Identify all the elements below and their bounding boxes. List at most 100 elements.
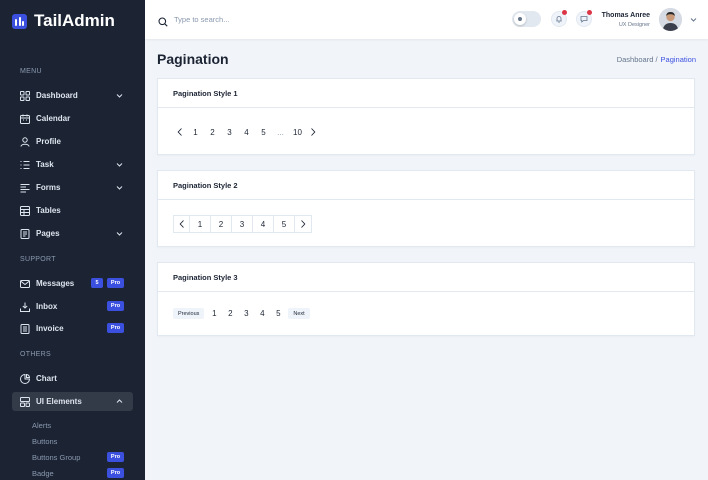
logo-icon (12, 13, 27, 29)
messages-button[interactable] (576, 10, 592, 27)
previous-button[interactable]: Previous (173, 308, 205, 319)
breadcrumb: Dashboard / Pagination (617, 55, 696, 64)
brand-name: TailAdmin (34, 11, 115, 30)
search-input[interactable] (174, 12, 334, 26)
sidebar: TailAdmin MENU Dashboard Calendar Profil… (0, 0, 145, 480)
pagination-style-2: 1 2 3 4 5 (173, 215, 312, 233)
search-icon[interactable] (158, 14, 168, 27)
sidebar-item-label: Chart (36, 374, 57, 383)
page-link[interactable]: 3 (221, 128, 238, 137)
sidebar-item-calendar[interactable]: Calendar (12, 109, 133, 128)
brand-logo[interactable]: TailAdmin (12, 11, 115, 31)
submenu-item-buttons-group[interactable]: Buttons Group (32, 453, 80, 462)
chevron-down-icon (116, 184, 123, 191)
page-link[interactable]: 3 (238, 309, 254, 318)
inbox-icon (20, 302, 30, 312)
dark-mode-toggle[interactable] (512, 11, 541, 27)
page-link[interactable]: 1 (206, 309, 222, 318)
sidebar-item-label: Invoice (36, 324, 64, 333)
sidebar-item-forms[interactable]: Forms (12, 178, 133, 197)
sidebar-item-label: Inbox (36, 302, 58, 311)
page-link[interactable]: 5 (274, 216, 295, 232)
sidebar-item-inbox[interactable]: Inbox Pro (12, 297, 133, 316)
sun-icon (518, 17, 522, 21)
pagination-card-style-3: Pagination Style 3 Previous 1 2 3 4 5 Ne… (157, 262, 695, 336)
pagination-card-style-1: Pagination Style 1 1 2 3 4 5 ... 10 (157, 78, 695, 155)
top-header: Thomas Anree UX Designer (145, 0, 708, 39)
sidebar-item-label: UI Elements (36, 397, 82, 406)
page-link[interactable]: 2 (222, 309, 238, 318)
next-arrow-icon[interactable] (306, 125, 320, 139)
pro-badge: Pro (107, 278, 124, 288)
sidebar-item-label: Tables (36, 206, 61, 215)
card-title: Pagination Style 1 (173, 89, 238, 98)
page-link[interactable]: 4 (253, 216, 274, 232)
sidebar-item-label: Pages (36, 229, 60, 238)
pagination-style-3: Previous 1 2 3 4 5 Next (173, 308, 310, 319)
user-icon (20, 136, 30, 147)
pro-badge: Pro (107, 323, 124, 333)
invoice-icon (20, 323, 30, 334)
chevron-down-icon (116, 230, 123, 237)
chevron-down-icon (116, 92, 123, 99)
next-arrow-icon[interactable] (295, 216, 311, 232)
page-link[interactable]: 2 (211, 216, 232, 232)
calendar-icon (20, 114, 30, 124)
submenu-item-badge[interactable]: Badge (32, 469, 54, 478)
avatar[interactable] (659, 8, 682, 31)
layout-icon (20, 396, 30, 407)
page-link[interactable]: 4 (254, 309, 270, 318)
page-link[interactable]: 4 (238, 128, 255, 137)
submenu-item-buttons[interactable]: Buttons (32, 437, 57, 446)
next-button[interactable]: Next (288, 308, 310, 319)
toggle-knob (514, 13, 526, 25)
table-icon (20, 205, 30, 216)
breadcrumb-current: Pagination (660, 55, 696, 64)
page-link[interactable]: 1 (187, 128, 204, 137)
user-role: UX Designer (618, 22, 650, 28)
page-link[interactable]: 3 (232, 216, 253, 232)
sidebar-item-messages[interactable]: Messages 5 Pro (12, 274, 133, 293)
notifications-button[interactable] (551, 10, 567, 27)
page-link[interactable]: 1 (190, 216, 211, 232)
sidebar-item-dashboard[interactable]: Dashboard (12, 86, 133, 105)
sidebar-item-label: Forms (36, 183, 61, 192)
pie-chart-icon (20, 373, 30, 384)
user-name[interactable]: Thomas Anree (602, 12, 650, 19)
sidebar-item-invoice[interactable]: Invoice Pro (12, 319, 133, 338)
chevron-down-icon (116, 161, 123, 168)
pro-badge: Pro (107, 301, 124, 311)
sidebar-item-ui-elements[interactable]: UI Elements (12, 392, 133, 411)
sidebar-item-tables[interactable]: Tables (12, 201, 133, 220)
sidebar-item-label: Calendar (36, 114, 71, 123)
pro-badge: Pro (107, 468, 124, 478)
card-divider (158, 107, 694, 108)
chat-icon (580, 16, 588, 23)
ellipsis: ... (277, 127, 284, 137)
card-title: Pagination Style 2 (173, 181, 238, 190)
messages-count-badge: 5 (91, 278, 103, 288)
page-link[interactable]: 2 (204, 128, 221, 137)
prev-arrow-icon[interactable] (174, 216, 190, 232)
sidebar-item-label: Dashboard (36, 91, 78, 100)
chevron-down-icon[interactable] (690, 16, 697, 23)
page-icon (20, 228, 30, 239)
prev-arrow-icon[interactable] (173, 125, 187, 139)
breadcrumb-link-dashboard[interactable]: Dashboard / (617, 55, 658, 64)
chevron-up-icon (116, 398, 123, 405)
sidebar-item-chart[interactable]: Chart (12, 369, 133, 388)
page-link[interactable]: 5 (255, 128, 272, 137)
mail-icon (20, 279, 30, 289)
sidebar-item-label: Profile (36, 137, 61, 146)
card-divider (158, 291, 694, 292)
sidebar-item-task[interactable]: Task (12, 155, 133, 174)
menu-section-label: MENU (20, 68, 42, 75)
page-link[interactable]: 10 (289, 128, 306, 137)
sidebar-item-pages[interactable]: Pages (12, 224, 133, 243)
others-section-label: OTHERS (20, 351, 51, 358)
sidebar-item-profile[interactable]: Profile (12, 132, 133, 151)
submenu-item-alerts[interactable]: Alerts (32, 421, 51, 430)
sidebar-item-label: Task (36, 160, 54, 169)
page-link[interactable]: 5 (270, 309, 286, 318)
grid-icon (20, 90, 30, 101)
